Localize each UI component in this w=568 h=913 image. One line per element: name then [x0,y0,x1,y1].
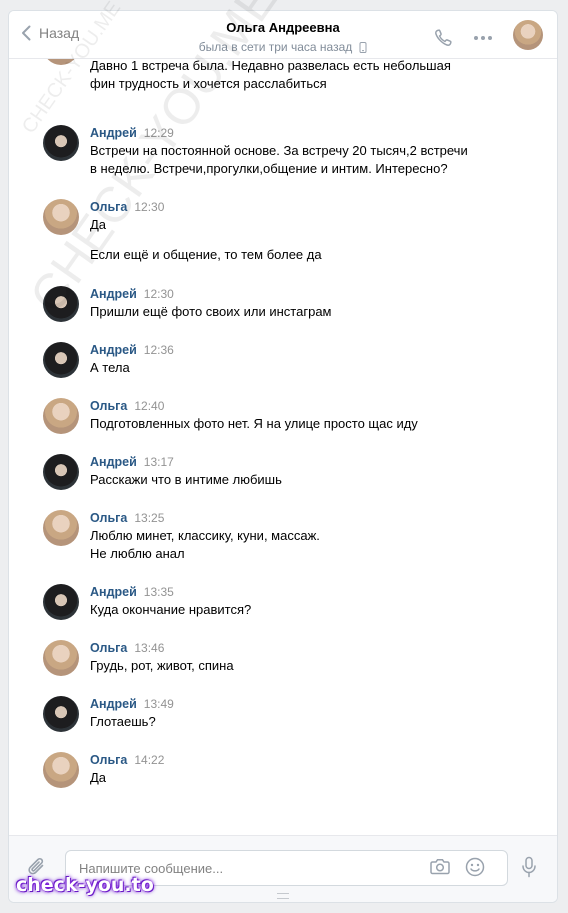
message-author[interactable]: Андрей [90,697,137,711]
avatar[interactable] [43,342,79,378]
message-text-line: Давно 1 встреча была. Недавно развелась … [90,59,451,73]
message-text-line: Расскажи что в интиме любишь [90,472,282,487]
message-author[interactable]: Ольга [90,399,127,413]
message-text-line: А тела [90,360,130,375]
message-item: Ольга 12:30 Да Если ещё и общение, то тем… [43,199,527,264]
message-item: Ольга 13:25 Люблю минет, классику, куни, … [43,510,527,563]
avatar[interactable] [43,398,79,434]
message-text-line: Да [90,217,107,232]
message-text-line: в неделю. Встречи,прогулки,общение и инт… [90,161,448,176]
message-time[interactable]: 13:49 [144,697,174,711]
peer-status-text: была в сети три часа назад [198,40,353,54]
resize-grip[interactable] [277,893,289,899]
message-time[interactable]: 13:17 [144,455,174,469]
peer-avatar[interactable] [513,20,543,50]
smile-icon[interactable] [465,857,485,880]
header-actions [433,20,543,50]
message-text-line: Не люблю анал [90,546,185,561]
message-text-line: Люблю минет, классику, куни, массаж. [90,528,320,543]
more-icon[interactable] [473,35,493,41]
message-item: Давно 1 встреча была. Недавно развелась … [43,59,527,93]
message-history: Давно 1 встреча была. Недавно развелась … [9,59,557,837]
avatar[interactable] [43,454,79,490]
message-author[interactable]: Ольга [90,641,127,655]
message-body: Давно 1 встреча была. Недавно развелась … [90,59,527,93]
message-body: Ольга 12:40 Подготовленных фото нет. Я на… [90,398,527,433]
message-author[interactable]: Ольга [90,511,127,525]
avatar[interactable] [43,510,79,546]
message-item: Ольга 12:40 Подготовленных фото нет. Я на… [43,398,527,434]
avatar[interactable] [43,696,79,732]
message-item: Андрей 12:30 Пришли ещё фото своих или ин… [43,286,527,322]
message-text-line: фин трудность и хочется расслабиться [90,76,327,91]
message-item: Ольга 13:46 Грудь, рот, живот, спина [43,640,527,676]
message-item: Андрей 13:35 Куда окончание нравится? [43,584,527,620]
message-author[interactable]: Андрей [90,126,137,140]
message-body: Андрей 12:30 Пришли ещё фото своих или ин… [90,286,527,321]
avatar[interactable] [43,640,79,676]
message-time[interactable]: 12:30 [134,200,164,214]
message-author[interactable]: Андрей [90,455,137,469]
message-time[interactable]: 13:46 [134,641,164,655]
chat-header: Назад Ольга Андреевна была в сети три ча… [9,11,557,59]
message-time[interactable]: 12:40 [134,399,164,413]
message-body: Ольга 13:46 Грудь, рот, живот, спина [90,640,527,675]
message-item: Андрей 13:49 Глотаешь? [43,696,527,732]
peer-status: была в сети три часа назад [199,40,368,54]
message-item: Ольга 14:22 Да [43,752,527,788]
message-text-line: Если ещё и общение, то тем более да [90,247,322,262]
message-author[interactable]: Андрей [90,287,137,301]
message-time[interactable]: 12:29 [144,126,174,140]
message-text-line: Пришли ещё фото своих или инстаграм [90,304,332,319]
message-body: Ольга 13:25 Люблю минет, классику, куни, … [90,510,527,563]
message-body: Андрей 13:49 Глотаешь? [90,696,527,731]
message-text-line: Грудь, рот, живот, спина [90,658,234,673]
message-text-line: Подготовленных фото нет. Я на улице прос… [90,416,418,431]
avatar[interactable] [43,199,79,235]
message-body: Ольга 12:30 Да Если ещё и общение, то тем… [90,199,527,264]
avatar[interactable] [43,752,79,788]
avatar[interactable] [43,286,79,322]
camera-icon[interactable] [430,858,450,878]
mobile-icon [359,41,367,53]
message-item: Андрей 13:17 Расскажи что в интиме любишь [43,454,527,490]
message-body: Андрей 12:29 Встречи на постоянной основе… [90,125,527,178]
message-body: Андрей 13:17 Расскажи что в интиме любишь [90,454,527,489]
avatar[interactable] [43,125,79,161]
message-body: Андрей 12:36 А тела [90,342,527,377]
phone-icon[interactable] [433,28,453,48]
message-time[interactable]: 13:25 [134,511,164,525]
message-time[interactable]: 14:22 [134,753,164,767]
message-text-line: Куда окончание нравится? [90,602,252,617]
watermark-logo: check-you.to [16,874,154,896]
message-text-line: Встречи на постоянной основе. За встречу… [90,143,468,158]
message-body: Андрей 13:35 Куда окончание нравится? [90,584,527,619]
message-body: Ольга 14:22 Да [90,752,527,787]
avatar[interactable] [43,59,79,65]
message-text-line [90,234,527,246]
message-text-line: Глотаешь? [90,714,156,729]
microphone-icon[interactable] [521,856,537,881]
message-author[interactable]: Андрей [90,343,137,357]
message-author[interactable]: Андрей [90,585,137,599]
avatar[interactable] [43,584,79,620]
message-time[interactable]: 13:35 [144,585,174,599]
message-author[interactable]: Ольга [90,200,127,214]
message-author[interactable]: Ольга [90,753,127,767]
message-time[interactable]: 12:30 [144,287,174,301]
message-item: Андрей 12:29 Встречи на постоянной основе… [43,125,527,178]
chat-window: Назад Ольга Андреевна была в сети три ча… [8,10,558,903]
message-text-line: Да [90,770,107,785]
message-item: Андрей 12:36 А тела [43,342,527,378]
message-time[interactable]: 12:36 [144,343,174,357]
